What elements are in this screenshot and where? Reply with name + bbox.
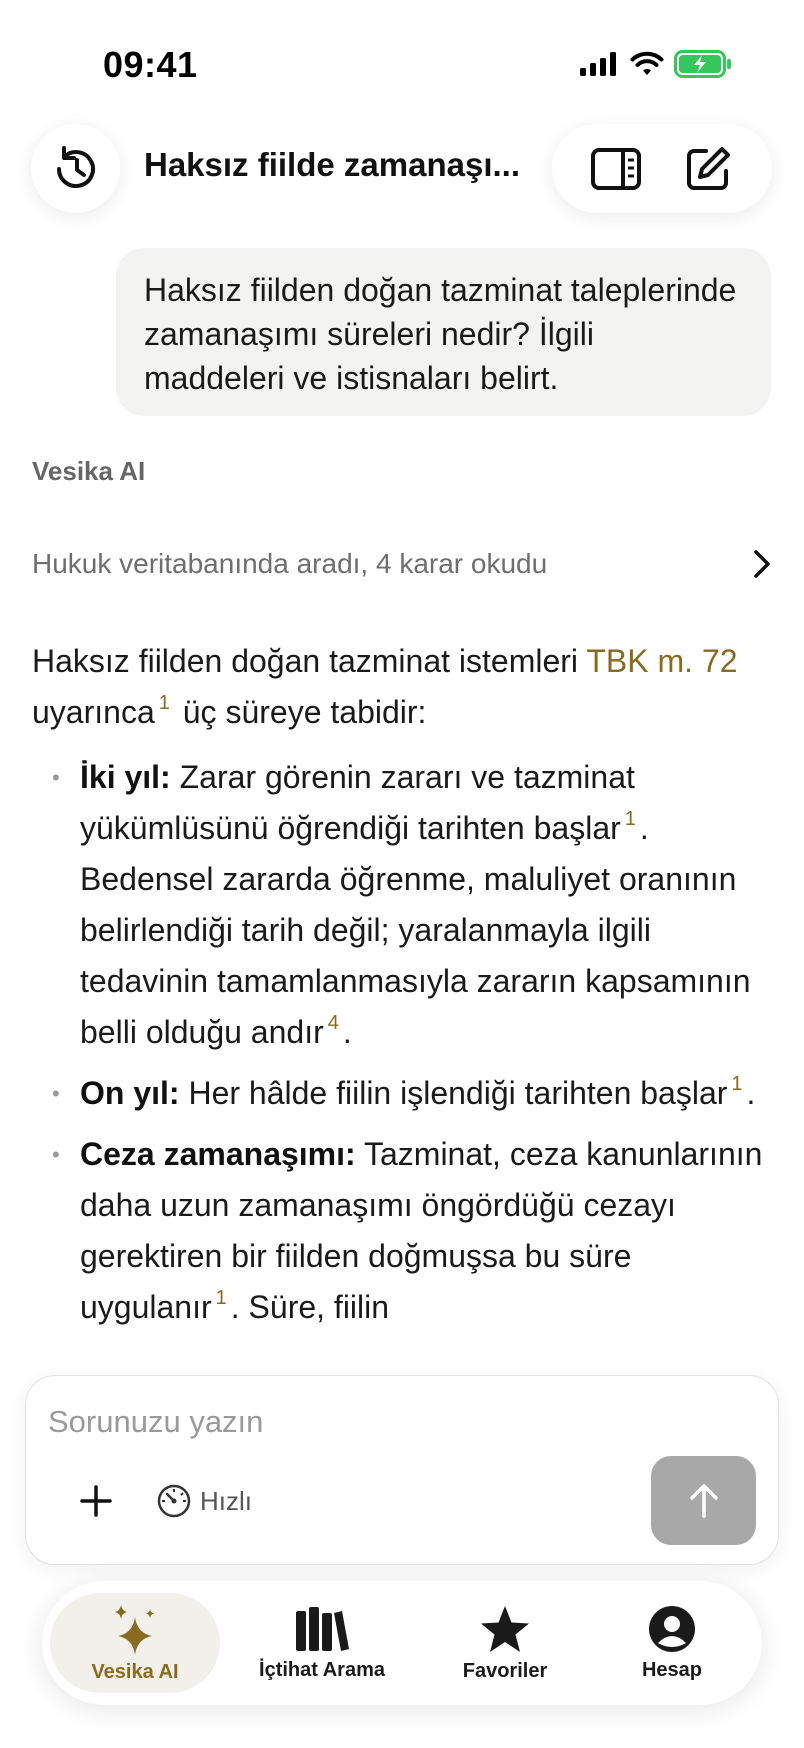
- header-actions: [552, 124, 772, 213]
- panel-icon: [591, 147, 641, 190]
- list-item: İki yıl: Zarar görenin zararı ve tazmina…: [32, 752, 778, 1058]
- citation-marker[interactable]: 1: [159, 692, 170, 714]
- nav-label: Favoriler: [462, 1659, 548, 1682]
- nav-label: Vesika AI: [91, 1660, 179, 1683]
- user-message-bubble: Haksız fiilden doğan tazminat taleplerin…: [116, 248, 771, 416]
- add-attachment-button[interactable]: [71, 1476, 121, 1526]
- status-icons: [580, 50, 732, 78]
- plus-icon: [80, 1485, 112, 1517]
- status-time: 09:41: [103, 44, 198, 85]
- citation-marker[interactable]: 1: [216, 1287, 227, 1309]
- search-summary-text: Hukuk veritabanında aradı, 4 karar okudu: [32, 548, 548, 579]
- nav-favoriler[interactable]: Favoriler: [430, 1593, 580, 1693]
- list-item: Ceza zamanaşımı: Tazminat, ceza kanunlar…: [32, 1129, 778, 1333]
- battery-icon: [674, 50, 731, 78]
- nav-vesika-ai[interactable]: Vesika AI: [50, 1593, 220, 1693]
- composer: Hızlı: [25, 1375, 779, 1565]
- books-icon: [296, 1606, 349, 1651]
- account-icon: [649, 1605, 695, 1652]
- assistant-name: Vesika AI: [32, 456, 146, 486]
- compose-icon: [687, 146, 730, 190]
- answer-list: İki yıl: Zarar görenin zararı ve tazmina…: [32, 752, 778, 1333]
- chevron-right-icon: [754, 550, 770, 578]
- law-reference-link[interactable]: TBK m. 72: [586, 643, 737, 679]
- mode-selector[interactable]: Hızlı: [156, 1476, 252, 1526]
- history-icon: [56, 145, 95, 188]
- search-summary-row[interactable]: Hukuk veritabanında aradı, 4 karar okudu: [32, 544, 772, 584]
- mode-label: Hızlı: [200, 1485, 252, 1516]
- speedometer-icon: [157, 1484, 191, 1518]
- new-chat-button[interactable]: [678, 139, 738, 199]
- answer-intro: Haksız fiilden doğan tazminat istemleri …: [32, 643, 738, 730]
- nav-hesap[interactable]: Hesap: [597, 1593, 747, 1693]
- history-button[interactable]: [31, 124, 120, 213]
- status-bar: 09:41: [0, 0, 804, 118]
- star-icon: [481, 1605, 529, 1652]
- bottom-nav: Vesika AI İçtihat Arama Favoriler Hesap: [42, 1581, 762, 1705]
- send-button[interactable]: [651, 1456, 756, 1545]
- list-item: On yıl: Her hâlde fiilin işlendiği tarih…: [32, 1068, 778, 1119]
- arrow-up-icon: [689, 1483, 718, 1518]
- signal-icon: [580, 52, 616, 76]
- assistant-answer: Haksız fiilden doğan tazminat istemleri …: [32, 636, 778, 1356]
- sparkles-icon: [115, 1604, 154, 1655]
- nav-label: İçtihat Arama: [259, 1658, 385, 1681]
- wifi-icon: [630, 51, 664, 75]
- question-input[interactable]: [48, 1398, 648, 1446]
- citation-marker[interactable]: 1: [731, 1073, 742, 1095]
- citation-marker[interactable]: 4: [328, 1012, 339, 1034]
- conversation-title: Haksız fiilde zamanaşı...: [144, 146, 520, 183]
- citation-marker[interactable]: 1: [625, 808, 636, 830]
- sidebar-toggle-button[interactable]: [586, 139, 646, 199]
- nav-ictihat-arama[interactable]: İçtihat Arama: [232, 1593, 412, 1693]
- nav-label: Hesap: [641, 1658, 703, 1681]
